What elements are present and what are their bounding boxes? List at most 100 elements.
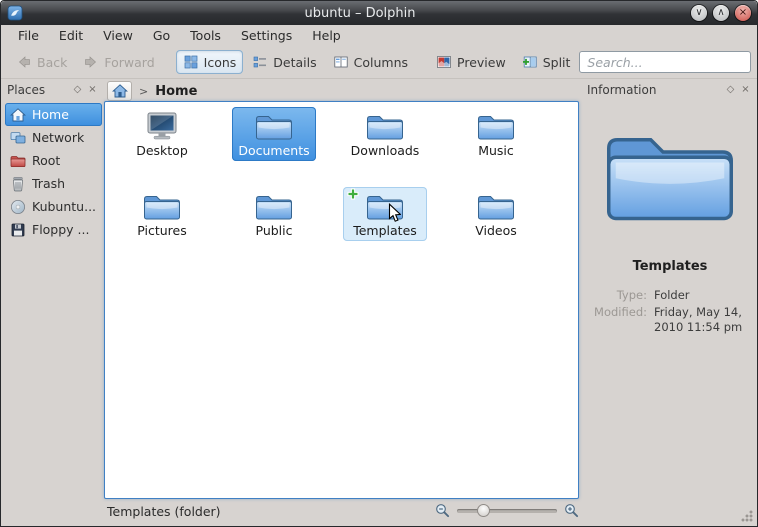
file-tile-music[interactable]: Music	[454, 107, 538, 161]
places-list: Home Network Root Trash Kubuntu... Flopp…	[5, 103, 102, 241]
file-view[interactable]: Desktop Documents Downloads Music Pictur…	[104, 101, 579, 499]
zoom-slider-handle[interactable]	[477, 504, 490, 517]
file-label: Downloads	[351, 143, 420, 158]
split-button[interactable]: Split	[515, 50, 578, 74]
places-panel-header: Places ◇ ×	[5, 81, 102, 99]
folder-icon	[142, 190, 182, 222]
file-label: Music	[478, 143, 514, 158]
places-item-label: Floppy ...	[32, 222, 89, 237]
information-fields: Type: Folder Modified: Friday, May 14, 2…	[585, 288, 751, 334]
folder-icon	[476, 110, 516, 142]
breadcrumb-home-button[interactable]	[107, 81, 132, 101]
places-item-label: Root	[32, 153, 60, 168]
breadcrumb: > Home	[107, 81, 577, 101]
back-arrow-icon	[16, 54, 32, 70]
folder-icon	[254, 110, 294, 142]
zoom-slider[interactable]	[457, 502, 557, 519]
panel-float-icon[interactable]: ◇	[70, 83, 85, 98]
folder-icon	[254, 190, 294, 222]
breadcrumb-separator: >	[139, 85, 148, 98]
search-input[interactable]	[579, 51, 751, 73]
home-icon	[112, 83, 128, 99]
file-label: Desktop	[136, 143, 188, 158]
panel-close-icon[interactable]: ×	[738, 83, 753, 98]
split-icon	[522, 54, 538, 70]
places-item-label: Trash	[32, 176, 65, 191]
forward-button[interactable]: Forward	[76, 50, 161, 74]
preview-folder-icon	[600, 117, 740, 229]
zoom-in-icon[interactable]	[564, 503, 579, 518]
details-view-label: Details	[273, 55, 316, 70]
maximize-button[interactable]: ∧	[713, 5, 729, 21]
back-button[interactable]: Back	[9, 50, 74, 74]
file-label: Documents	[238, 143, 309, 158]
zoom-controls	[435, 502, 579, 519]
file-tile-documents[interactable]: Documents	[232, 107, 316, 161]
icons-view-icon	[183, 54, 199, 70]
back-label: Back	[37, 55, 67, 70]
places-item-kubuntu[interactable]: Kubuntu...	[5, 195, 102, 218]
type-label: Type:	[585, 288, 647, 302]
mouse-cursor-icon	[388, 203, 401, 223]
places-panel: Places ◇ × Home Network Root Trash	[5, 81, 102, 499]
file-tile-downloads[interactable]: Downloads	[343, 107, 427, 161]
places-item-trash[interactable]: Trash	[5, 172, 102, 195]
information-panel-title: Information	[587, 83, 723, 97]
zoom-out-icon[interactable]	[435, 503, 450, 518]
home-icon	[10, 107, 26, 123]
disc-icon	[10, 199, 26, 215]
file-tile-desktop[interactable]: Desktop	[120, 107, 204, 161]
places-item-label: Kubuntu...	[32, 199, 96, 214]
places-item-home[interactable]: Home	[5, 103, 102, 126]
information-item-name: Templates	[585, 259, 755, 274]
breadcrumb-current[interactable]: Home	[155, 84, 197, 99]
forward-arrow-icon	[83, 54, 99, 70]
menu-go[interactable]: Go	[144, 26, 179, 45]
preview-label: Preview	[457, 55, 506, 70]
menu-settings[interactable]: Settings	[232, 26, 301, 45]
type-value: Folder	[654, 288, 751, 302]
dolphin-app-icon[interactable]	[7, 5, 23, 21]
file-tile-templates[interactable]: Templates	[343, 187, 427, 241]
floppy-icon	[10, 222, 26, 238]
folder-icon	[365, 110, 405, 142]
root-folder-icon	[10, 153, 26, 169]
split-label: Split	[543, 55, 571, 70]
titlebar[interactable]: ubuntu – Dolphin ∨ ∧ ×	[1, 1, 757, 25]
status-text: Templates (folder)	[107, 504, 221, 519]
details-view-button[interactable]: Details	[245, 50, 323, 74]
file-label: Public	[256, 223, 293, 238]
information-panel: Information ◇ × Templates Type: Folder M…	[585, 81, 755, 499]
minimize-button[interactable]: ∨	[691, 5, 707, 21]
file-tile-videos[interactable]: Videos	[454, 187, 538, 241]
columns-view-label: Columns	[354, 55, 408, 70]
preview-button[interactable]: Preview	[429, 50, 513, 74]
file-tile-pictures[interactable]: Pictures	[120, 187, 204, 241]
menubar: File Edit View Go Tools Settings Help	[1, 25, 757, 46]
menu-edit[interactable]: Edit	[50, 26, 92, 45]
places-item-label: Network	[32, 130, 84, 145]
file-label: Videos	[475, 223, 517, 238]
menu-help[interactable]: Help	[303, 26, 350, 45]
columns-view-button[interactable]: Columns	[326, 50, 415, 74]
dolphin-window: ubuntu – Dolphin ∨ ∧ × File Edit View Go…	[0, 0, 758, 527]
close-button[interactable]: ×	[735, 5, 751, 21]
places-item-floppy[interactable]: Floppy ...	[5, 218, 102, 241]
plus-emblem-icon	[347, 188, 359, 200]
menu-tools[interactable]: Tools	[181, 26, 230, 45]
statusbar: Templates (folder)	[1, 497, 757, 526]
file-tile-public[interactable]: Public	[232, 187, 316, 241]
places-item-root[interactable]: Root	[5, 149, 102, 172]
resize-grip[interactable]	[740, 509, 754, 523]
zoom-slider-groove	[457, 509, 557, 513]
file-label: Templates	[353, 223, 417, 238]
toolbar: Back Forward Icons Details Columns Previ…	[1, 46, 757, 79]
menu-view[interactable]: View	[94, 26, 142, 45]
icons-view-button[interactable]: Icons	[176, 50, 244, 74]
menu-file[interactable]: File	[9, 26, 48, 45]
panel-float-icon[interactable]: ◇	[723, 83, 738, 98]
places-item-network[interactable]: Network	[5, 126, 102, 149]
columns-view-icon	[333, 54, 349, 70]
folder-icon	[476, 190, 516, 222]
panel-close-icon[interactable]: ×	[85, 83, 100, 98]
